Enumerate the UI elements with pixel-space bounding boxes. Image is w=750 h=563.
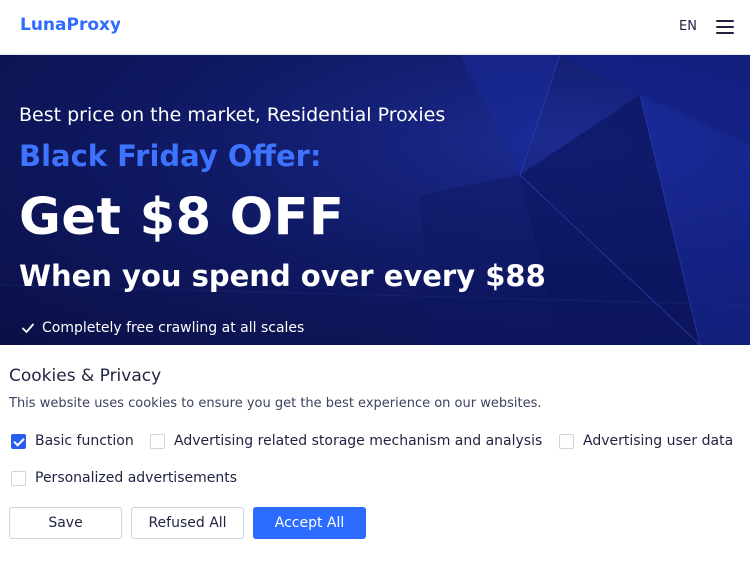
check-icon xyxy=(22,323,34,333)
option-personalized-ads[interactable]: Personalized advertisements xyxy=(11,470,237,486)
cookie-consent-panel: Cookies & Privacy This website uses cook… xyxy=(0,345,750,563)
option-label: Basic function xyxy=(35,433,134,449)
hamburger-menu-icon[interactable] xyxy=(716,20,734,34)
save-button[interactable]: Save xyxy=(9,507,122,539)
option-advertising-storage[interactable]: Advertising related storage mechanism an… xyxy=(150,433,542,449)
option-label: Advertising user data xyxy=(583,433,734,449)
top-header: LunaProxy EN xyxy=(0,0,750,55)
option-label: Personalized advertisements xyxy=(35,470,238,486)
cookie-description: This website uses cookies to ensure you … xyxy=(9,396,542,411)
discount-headline: Get $8 OFF xyxy=(19,188,345,247)
feature-text: Completely free crawling at all scales xyxy=(42,320,305,336)
promo-banner: Best price on the market, Residential Pr… xyxy=(0,55,750,345)
lunaproxy-logo[interactable]: LunaProxy xyxy=(20,9,121,39)
accept-all-button[interactable]: Accept All xyxy=(253,507,366,539)
logo-mark: LunaProxy xyxy=(20,15,121,35)
feature-item: Completely free crawling at all scales xyxy=(20,320,304,336)
option-advertising-user-data[interactable]: Advertising user data xyxy=(559,433,733,449)
checkbox-basic-function[interactable] xyxy=(11,433,26,449)
checkbox-advertising-storage[interactable] xyxy=(150,433,165,449)
checkbox-advertising-user-data[interactable] xyxy=(559,433,574,449)
logo-text: LunaProxy xyxy=(20,15,120,35)
language-switcher[interactable]: EN xyxy=(679,19,697,34)
hero-subtitle: Best price on the market, Residential Pr… xyxy=(19,104,446,126)
checkbox-personalized-ads[interactable] xyxy=(11,470,26,486)
option-basic-function[interactable]: Basic function xyxy=(11,433,134,449)
black-friday-offer: Black Friday Offer: xyxy=(19,139,322,173)
option-label: Advertising related storage mechanism an… xyxy=(174,433,543,449)
refuse-all-button[interactable]: Refused All xyxy=(131,507,244,539)
cookie-title: Cookies & Privacy xyxy=(9,366,162,386)
spend-condition: When you spend over every $88 xyxy=(19,259,546,293)
